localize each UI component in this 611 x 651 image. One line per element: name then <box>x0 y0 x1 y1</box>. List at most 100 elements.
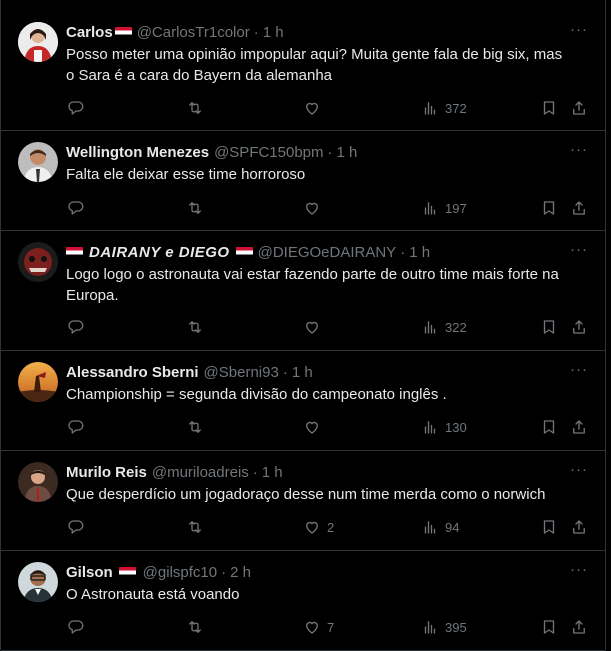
tweet-actions: 372 <box>66 98 596 118</box>
more-icon[interactable]: ··· <box>569 562 589 581</box>
separator-dot: · <box>282 363 288 381</box>
retweet-button[interactable] <box>186 617 204 637</box>
author-handle[interactable]: @DIEGOeDAIRANY <box>258 244 397 261</box>
reply-button[interactable] <box>67 517 85 537</box>
tweet-actions: 322 <box>66 317 596 337</box>
avatar[interactable] <box>18 562 58 602</box>
tweet[interactable]: Carlos @CarlosTr1color · 1 h ··· Posso m… <box>1 0 605 131</box>
bookmark-button[interactable] <box>540 617 558 637</box>
view-count: 130 <box>445 419 467 435</box>
reply-icon <box>68 420 84 434</box>
more-icon[interactable]: ··· <box>569 462 589 481</box>
timestamp[interactable]: 1 h <box>292 364 313 381</box>
tweet-text-line: Posso meter uma opinião impopular aqui? … <box>66 46 563 63</box>
author-name[interactable]: DAIRANY e DIEGO <box>89 244 230 261</box>
avatar[interactable] <box>18 362 58 402</box>
views-icon <box>424 321 436 334</box>
views-button[interactable]: 322 <box>421 317 467 337</box>
author-name[interactable]: Murilo Reis <box>66 464 147 481</box>
like-count: 2 <box>327 519 335 535</box>
retweet-icon <box>189 202 201 214</box>
retweet-icon <box>189 321 201 333</box>
avatar[interactable] <box>18 142 58 182</box>
author-name[interactable]: Gilson <box>66 564 113 581</box>
share-button[interactable] <box>570 617 588 637</box>
view-count: 94 <box>445 519 460 535</box>
author-handle[interactable]: @muriloadreis <box>152 464 249 481</box>
separator-dot: · <box>252 463 258 481</box>
author-handle[interactable]: @CarlosTr1color <box>137 24 250 41</box>
like-button[interactable]: 7 <box>303 617 334 637</box>
views-button[interactable]: 94 <box>421 517 459 537</box>
retweet-button[interactable] <box>186 198 204 218</box>
views-button[interactable]: 395 <box>421 617 467 637</box>
tweet-text-line: o Sara é a cara do Bayern da alemanha <box>66 67 333 84</box>
share-button[interactable] <box>570 417 588 437</box>
avatar[interactable] <box>18 242 58 282</box>
like-button[interactable] <box>303 317 327 337</box>
tweet-header: Alessandro Sberni @Sberni93 · 1 h <box>66 362 313 382</box>
tweet-text: Logo logo o astronauta vai estar fazendo… <box>66 264 586 306</box>
views-button[interactable]: 130 <box>421 417 467 437</box>
bookmark-button[interactable] <box>540 317 558 337</box>
timestamp[interactable]: 2 h <box>230 564 251 581</box>
like-button[interactable] <box>303 98 327 118</box>
view-count: 372 <box>445 100 467 116</box>
tweet[interactable]: DAIRANY e DIEGO @DIEGOeDAIRANY · 1 h ···… <box>1 231 605 351</box>
tweet-text-line: Falta ele deixar esse time horroroso <box>66 166 306 183</box>
timestamp[interactable]: 1 h <box>262 464 283 481</box>
retweet-button[interactable] <box>186 98 204 118</box>
reply-button[interactable] <box>67 98 85 118</box>
more-icon[interactable]: ··· <box>569 362 589 381</box>
share-button[interactable] <box>570 317 588 337</box>
author-name[interactable]: Carlos <box>66 24 113 41</box>
more-icon[interactable]: ··· <box>569 142 589 161</box>
share-icon <box>573 101 585 115</box>
like-button[interactable] <box>303 417 327 437</box>
tweet[interactable]: Alessandro Sberni @Sberni93 · 1 h ··· Ch… <box>1 351 605 451</box>
timestamp[interactable]: 1 h <box>337 144 358 161</box>
timestamp[interactable]: 1 h <box>409 244 430 261</box>
views-button[interactable]: 197 <box>421 198 467 218</box>
avatar[interactable] <box>18 462 58 502</box>
timestamp[interactable]: 1 h <box>263 24 284 41</box>
view-count: 322 <box>445 319 467 335</box>
reply-button[interactable] <box>67 417 85 437</box>
reply-button[interactable] <box>67 617 85 637</box>
share-button[interactable] <box>570 98 588 118</box>
bookmark-button[interactable] <box>540 198 558 218</box>
tweet-header: Wellington Menezes @SPFC150bpm · 1 h <box>66 142 357 162</box>
bookmark-icon <box>543 201 555 215</box>
bookmark-button[interactable] <box>540 517 558 537</box>
like-button[interactable]: 2 <box>303 517 334 537</box>
share-button[interactable] <box>570 517 588 537</box>
reply-button[interactable] <box>67 198 85 218</box>
bookmark-button[interactable] <box>540 417 558 437</box>
tweet-text-line: O Astronauta está voando <box>66 586 240 603</box>
avatar[interactable] <box>18 22 58 62</box>
share-button[interactable] <box>570 198 588 218</box>
heart-icon <box>306 621 318 634</box>
feed-border-right <box>605 0 606 650</box>
bookmark-button[interactable] <box>540 98 558 118</box>
author-name[interactable]: Wellington Menezes <box>66 144 209 161</box>
retweet-icon <box>189 521 201 533</box>
tweet-text-line: Que desperdício um jogadoraço desse num … <box>66 486 546 503</box>
avatar-image <box>18 462 58 502</box>
tweet[interactable]: Murilo Reis @muriloadreis · 1 h ··· Que … <box>1 451 605 551</box>
retweet-button[interactable] <box>186 317 204 337</box>
tweet[interactable]: Wellington Menezes @SPFC150bpm · 1 h ···… <box>1 131 605 231</box>
author-handle[interactable]: @Sberni93 <box>204 364 279 381</box>
author-name[interactable]: Alessandro Sberni <box>66 364 199 381</box>
author-handle[interactable]: @SPFC150bpm <box>214 144 323 161</box>
separator-dot: · <box>327 143 333 161</box>
retweet-button[interactable] <box>186 417 204 437</box>
tweet[interactable]: Gilson @gilspfc10 · 2 h ··· O Astronauta… <box>1 551 605 651</box>
more-icon[interactable]: ··· <box>569 22 589 41</box>
reply-button[interactable] <box>67 317 85 337</box>
views-button[interactable]: 372 <box>421 98 467 118</box>
retweet-button[interactable] <box>186 517 204 537</box>
more-icon[interactable]: ··· <box>569 242 589 261</box>
author-handle[interactable]: @gilspfc10 <box>143 564 217 581</box>
like-button[interactable] <box>303 198 327 218</box>
